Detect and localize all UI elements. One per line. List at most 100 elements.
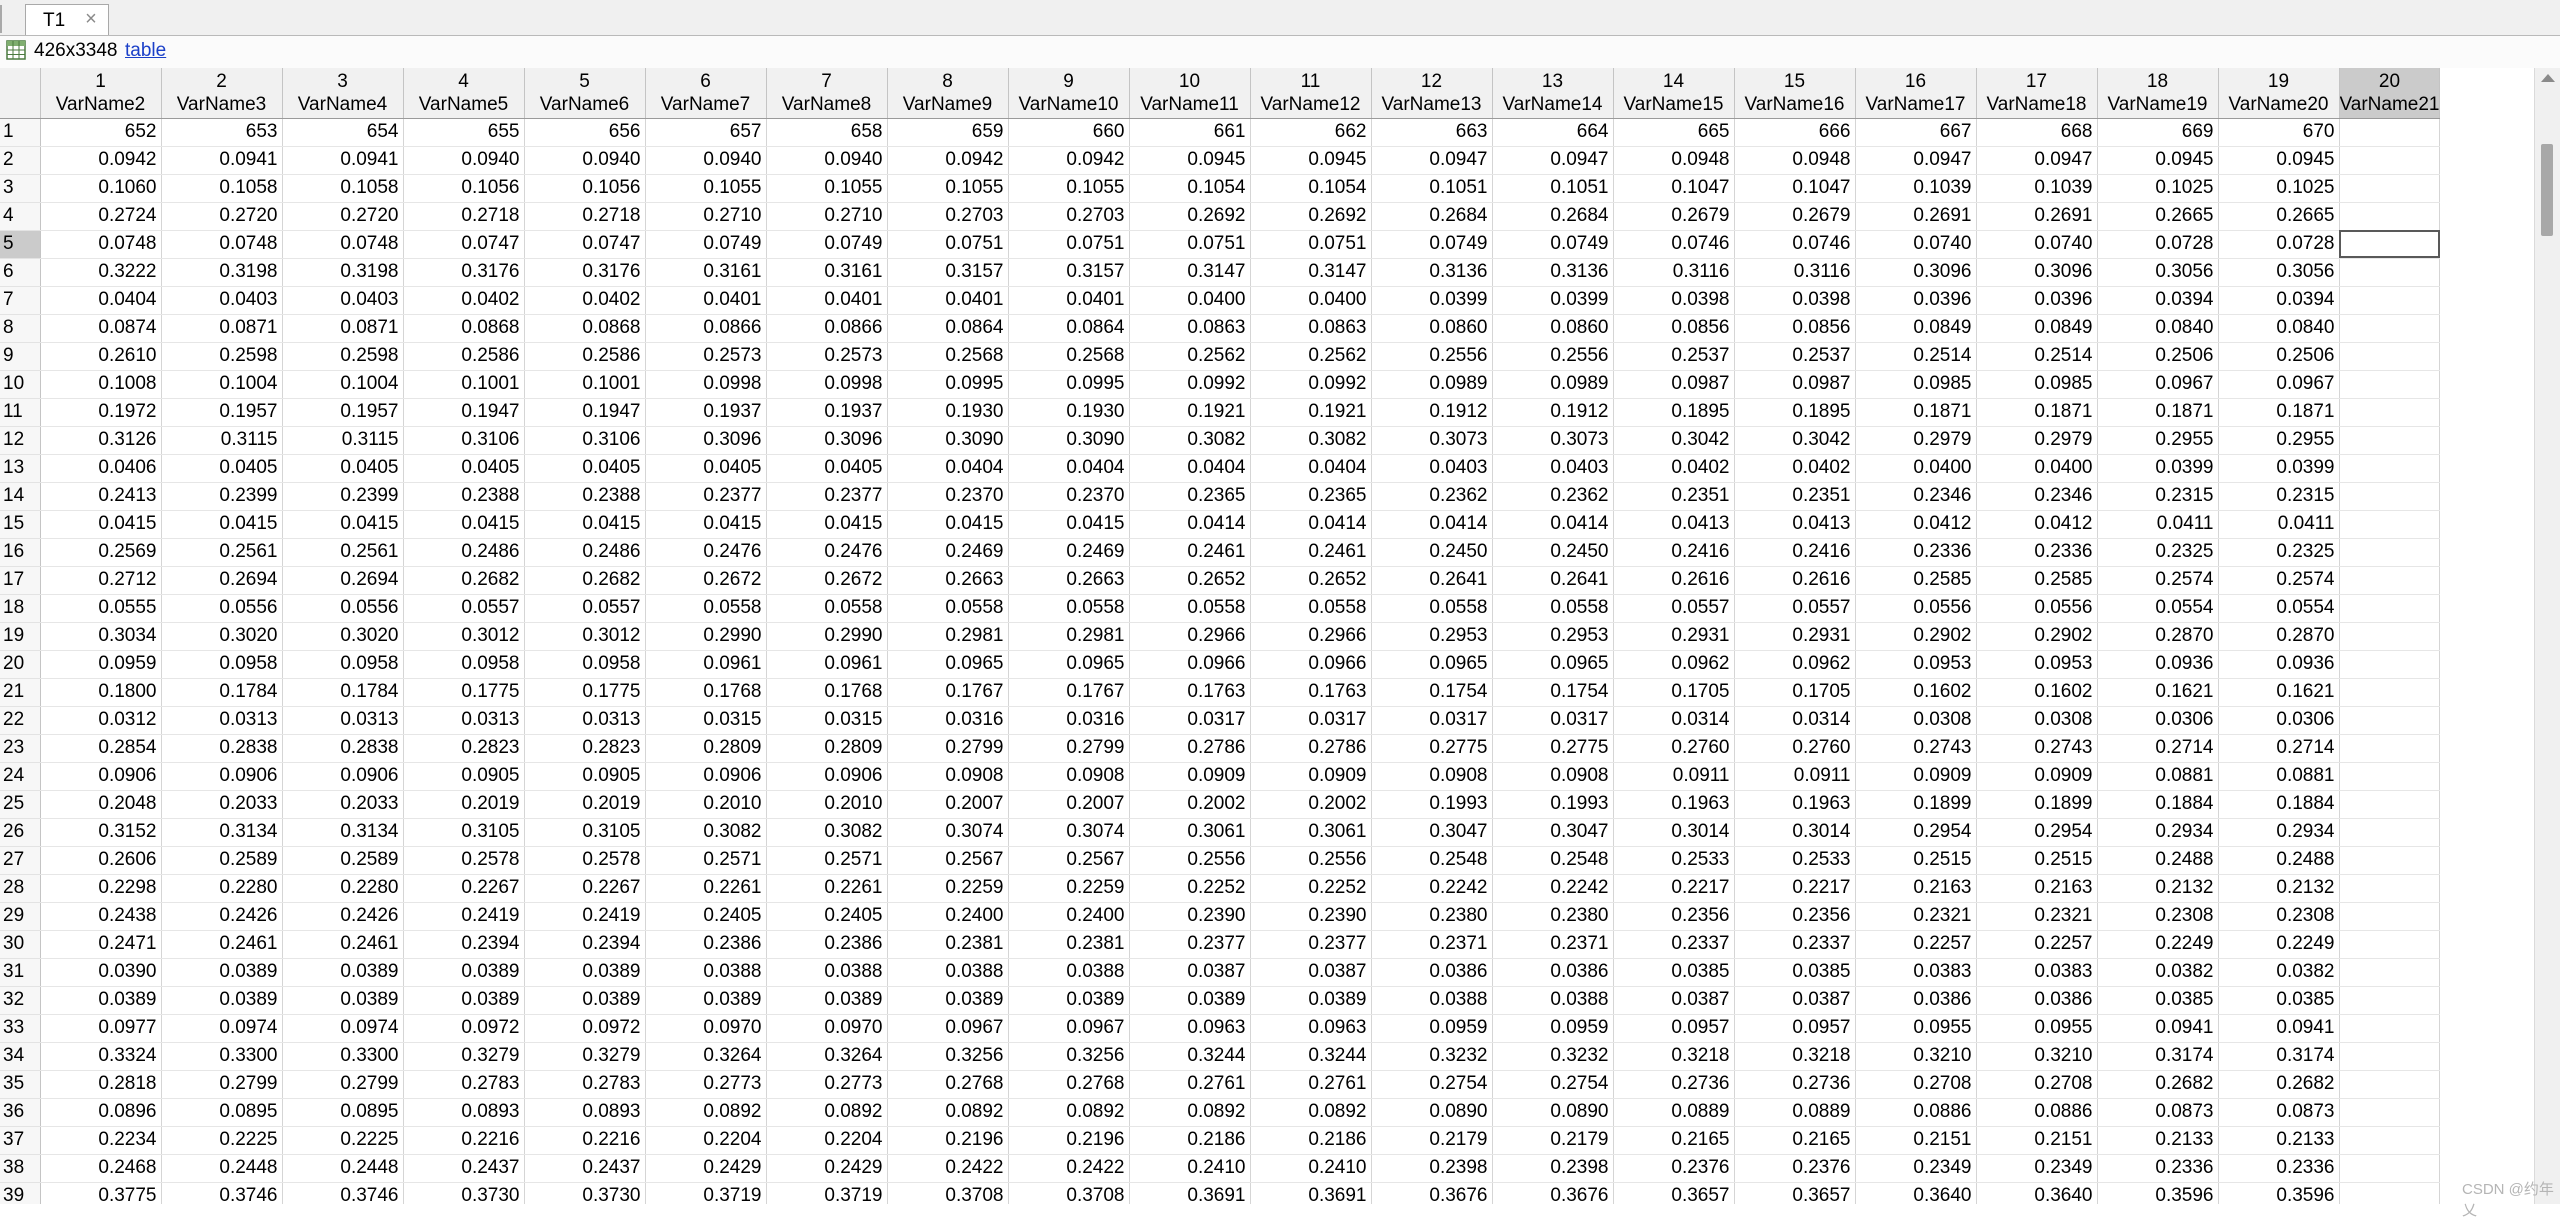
table-cell[interactable]: 0.0966 (1129, 650, 1251, 679)
row-header[interactable]: 18 (0, 594, 41, 623)
table-cell[interactable]: 0.1993 (1371, 790, 1493, 819)
table-cell[interactable]: 0.1775 (524, 678, 646, 707)
table-cell[interactable]: 0.0400 (1129, 286, 1251, 315)
table-cell[interactable]: 0.0556 (161, 594, 283, 623)
table-cell[interactable]: 0.2019 (403, 790, 525, 819)
table-cell[interactable]: 0.3300 (161, 1042, 283, 1071)
table-cell[interactable]: 0.2386 (645, 930, 767, 959)
column-header[interactable]: 18 VarName19 (2097, 68, 2219, 119)
table-cell[interactable]: 0.0400 (1855, 454, 1977, 483)
table-cell[interactable] (2339, 370, 2441, 399)
table-cell[interactable]: 0.0860 (1492, 314, 1614, 343)
table-cell[interactable]: 0.3096 (645, 426, 767, 455)
table-cell[interactable]: 0.0411 (2218, 510, 2340, 539)
table-cell[interactable]: 0.2204 (645, 1126, 767, 1155)
table-cell[interactable]: 0.1008 (40, 370, 162, 399)
table-cell[interactable]: 0.0863 (1129, 314, 1251, 343)
table-cell[interactable]: 660 (1008, 118, 1130, 147)
table-cell[interactable]: 0.2336 (1855, 538, 1977, 567)
table-cell[interactable]: 0.2405 (645, 902, 767, 931)
table-cell[interactable]: 0.2562 (1129, 342, 1251, 371)
table-cell[interactable]: 0.0413 (1613, 510, 1735, 539)
table-cell[interactable]: 0.1047 (1734, 174, 1856, 203)
table-cell[interactable]: 0.2336 (2218, 1154, 2340, 1183)
table-cell[interactable]: 0.1705 (1613, 678, 1735, 707)
table-cell[interactable]: 0.2754 (1492, 1070, 1614, 1099)
table-cell[interactable]: 0.2225 (282, 1126, 404, 1155)
table-cell[interactable]: 0.2437 (524, 1154, 646, 1183)
table-cell[interactable]: 0.3232 (1492, 1042, 1614, 1071)
table-cell[interactable]: 0.0389 (282, 958, 404, 987)
table-cell[interactable]: 0.2315 (2218, 482, 2340, 511)
table-cell[interactable]: 0.2966 (1250, 622, 1372, 651)
table-cell[interactable]: 0.0849 (1976, 314, 2098, 343)
table-cell[interactable]: 0.3222 (40, 258, 162, 287)
table-cell[interactable]: 0.2388 (524, 482, 646, 511)
table-cell[interactable]: 0.0558 (1129, 594, 1251, 623)
table-cell[interactable]: 0.0405 (403, 454, 525, 483)
table-cell[interactable]: 0.3775 (40, 1182, 162, 1204)
table-cell[interactable] (2339, 734, 2441, 763)
table-cell[interactable]: 0.2308 (2218, 902, 2340, 931)
table-cell[interactable]: 0.2196 (1008, 1126, 1130, 1155)
table-cell[interactable]: 0.1767 (887, 678, 1009, 707)
table-cell[interactable]: 0.2556 (1250, 846, 1372, 875)
row-header[interactable]: 23 (0, 734, 41, 763)
row-header[interactable]: 21 (0, 678, 41, 707)
table-cell[interactable]: 0.0987 (1613, 370, 1735, 399)
table-cell[interactable]: 0.2902 (1855, 622, 1977, 651)
table-cell[interactable]: 0.2761 (1250, 1070, 1372, 1099)
table-cell[interactable]: 0.1767 (1008, 678, 1130, 707)
table-cell[interactable]: 0.2151 (1855, 1126, 1977, 1155)
table-cell[interactable]: 0.2469 (1008, 538, 1130, 567)
table-cell[interactable]: 0.1957 (161, 398, 283, 427)
table-cell[interactable]: 0.0315 (766, 706, 888, 735)
table-cell[interactable]: 0.3198 (161, 258, 283, 287)
table-cell[interactable]: 0.0941 (2218, 1014, 2340, 1043)
table-cell[interactable] (2339, 118, 2441, 147)
row-header[interactable]: 25 (0, 790, 41, 819)
table-cell[interactable]: 0.2578 (524, 846, 646, 875)
table-cell[interactable]: 0.0948 (1734, 146, 1856, 175)
table-cell[interactable]: 0.3691 (1250, 1182, 1372, 1204)
row-header[interactable]: 31 (0, 958, 41, 987)
table-cell[interactable]: 0.2616 (1613, 566, 1735, 595)
table-cell[interactable]: 0.0906 (282, 762, 404, 791)
table-cell[interactable]: 0.3210 (1855, 1042, 1977, 1071)
table-cell[interactable]: 0.0909 (1129, 762, 1251, 791)
table-cell[interactable]: 0.2665 (2097, 202, 2219, 231)
table-cell[interactable]: 0.1055 (766, 174, 888, 203)
table-cell[interactable]: 0.2132 (2218, 874, 2340, 903)
table-cell[interactable]: 0.0746 (1734, 230, 1856, 259)
table-cell[interactable]: 0.1055 (645, 174, 767, 203)
table-cell[interactable]: 0.2578 (403, 846, 525, 875)
table-cell[interactable]: 0.3244 (1250, 1042, 1372, 1071)
table-cell[interactable]: 0.0403 (1492, 454, 1614, 483)
table-cell[interactable]: 0.2400 (1008, 902, 1130, 931)
table-cell[interactable]: 0.2249 (2097, 930, 2219, 959)
table-cell[interactable]: 0.2692 (1129, 202, 1251, 231)
table-cell[interactable]: 0.0313 (282, 706, 404, 735)
table-cell[interactable]: 0.1784 (161, 678, 283, 707)
table-cell[interactable]: 659 (887, 118, 1009, 147)
table-cell[interactable]: 0.2261 (766, 874, 888, 903)
table-cell[interactable]: 0.0389 (403, 958, 525, 987)
table-cell[interactable]: 0.0749 (766, 230, 888, 259)
table-cell[interactable]: 0.3012 (524, 622, 646, 651)
table-cell[interactable]: 0.2684 (1492, 202, 1614, 231)
table-cell[interactable]: 0.3676 (1492, 1182, 1614, 1204)
table-cell[interactable]: 0.2548 (1371, 846, 1493, 875)
table-cell[interactable]: 0.0556 (282, 594, 404, 623)
table-cell[interactable]: 0.0557 (403, 594, 525, 623)
table-cell[interactable]: 0.1947 (403, 398, 525, 427)
table-cell[interactable]: 0.0940 (524, 146, 646, 175)
table-cell[interactable]: 0.2743 (1976, 734, 2098, 763)
table-cell[interactable]: 0.0412 (1976, 510, 2098, 539)
table-cell[interactable] (2339, 958, 2441, 987)
table-cell[interactable]: 0.0389 (766, 986, 888, 1015)
table-cell[interactable]: 0.2216 (524, 1126, 646, 1155)
row-header[interactable]: 26 (0, 818, 41, 847)
table-cell[interactable]: 0.0906 (766, 762, 888, 791)
column-header[interactable]: 6 VarName7 (645, 68, 767, 119)
table-cell[interactable]: 0.2736 (1613, 1070, 1735, 1099)
